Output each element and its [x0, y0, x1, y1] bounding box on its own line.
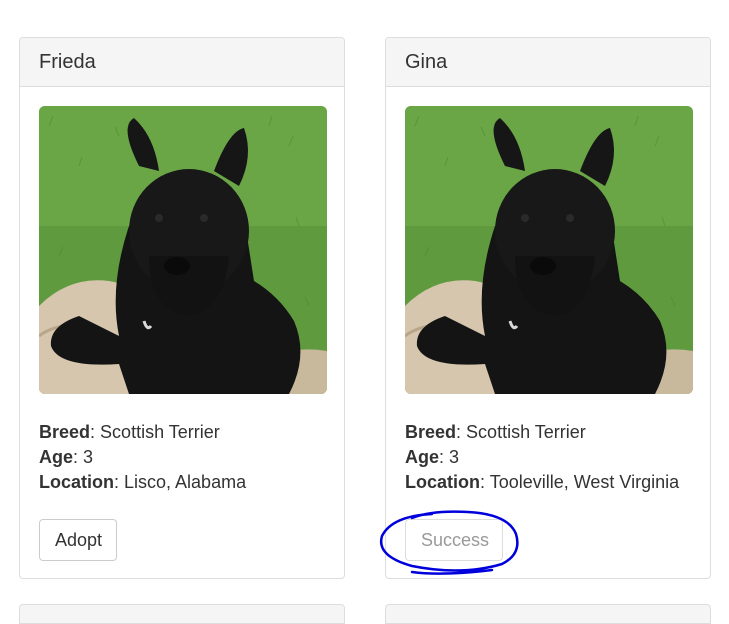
breed-value: Scottish Terrier: [466, 422, 586, 442]
pet-card: Frieda Breed: Scottish Terrier Age: 3 Lo…: [19, 37, 345, 579]
age-label: Age: [405, 447, 440, 467]
breed-row: Breed: Scottish Terrier: [39, 422, 220, 442]
age-value: 3: [83, 447, 94, 467]
pet-name: Frieda: [20, 38, 344, 87]
adopt-button[interactable]: Adopt: [39, 519, 117, 561]
success-button: Success: [405, 519, 503, 561]
age-row: Age: 3: [39, 447, 94, 467]
pet-card: Gina Breed: Scottish Terrier Age: 3 Loca…: [385, 37, 711, 579]
pet-details: Breed: Scottish Terrier Age: 3 Location:…: [39, 420, 246, 495]
pet-name: Gina: [386, 38, 710, 87]
location-value: Lisco, Alabama: [124, 472, 247, 492]
breed-label: Breed: [405, 422, 457, 442]
location-row: Location: Lisco, Alabama: [39, 472, 247, 492]
location-value: Tooleville, West Virginia: [489, 472, 680, 492]
location-label: Location: [405, 472, 480, 492]
breed-label: Breed: [39, 422, 91, 442]
age-value: 3: [449, 447, 460, 467]
next-card-header: [385, 604, 711, 624]
age-label: Age: [39, 447, 74, 467]
breed-row: Breed: Scottish Terrier: [405, 422, 586, 442]
location-label: Location: [39, 472, 114, 492]
pet-photo: [405, 106, 693, 394]
pet-details: Breed: Scottish Terrier Age: 3 Location:…: [405, 420, 679, 495]
breed-value: Scottish Terrier: [100, 422, 220, 442]
next-card-header: [19, 604, 345, 624]
pet-photo: [39, 106, 327, 394]
age-row: Age: 3: [405, 447, 460, 467]
location-row: Location: Tooleville, West Virginia: [405, 472, 680, 492]
